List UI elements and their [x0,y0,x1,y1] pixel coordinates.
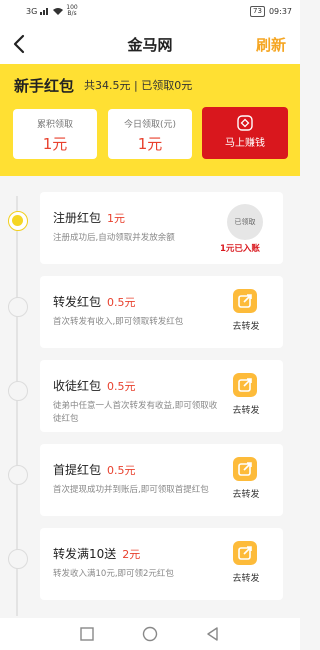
banner-summary: 共34.5元 | 已领取0元 [84,79,193,92]
timeline-dot [8,297,28,317]
share-icon[interactable] [233,541,257,565]
today-received-card: 今日领取(元) 1元 [108,109,192,159]
battery-icon: 73 [250,6,265,17]
task-amount: 0.5元 [107,296,136,309]
task-title: 首提红包 0.5元 [53,461,136,478]
share-icon[interactable] [233,289,257,313]
go-share-button[interactable]: 去转发 [227,487,265,500]
network-speed: 100 B/s [66,5,77,17]
timeline-dot [8,465,28,485]
task-title: 转发红包 0.5元 [53,293,136,310]
task-title-text: 注册红包 [53,211,102,225]
stat-label: 累积领取 [36,120,73,130]
task-desc: 首次转发有收入,即可领取转发红包 [53,317,184,327]
banner-title: 新手红包 [14,77,75,95]
task-desc: 注册成功后,自动领取并发放余额 [53,233,175,243]
timeline-dot [8,381,28,401]
task-amount: 0.5元 [107,380,136,393]
task-card-apprentice: 收徒红包 0.5元 徒弟中任意一人首次转发有收益,即可领取收徒红包 去转发 [40,360,283,432]
wifi-icon [53,8,64,15]
task-title-text: 收徒红包 [53,379,102,393]
task-desc: 转发收入满10元,即可领2元红包 [53,569,174,579]
task-title: 收徒红包 0.5元 [53,377,136,394]
circle-icon[interactable] [142,626,158,642]
task-title: 转发满10送 2元 [53,545,140,562]
task-desc: 徒弟中任意一人首次转发有收益,即可领取收徒红包 [53,401,218,424]
credited-status: 1元已入账 [220,244,260,254]
task-card-share-10: 转发满10送 2元 转发收入满10元,即可领2元红包 去转发 [40,528,283,600]
task-card-first-withdraw: 首提红包 0.5元 首次提现成功并到账后,即可领取首提红包 去转发 [40,444,283,516]
diamond-icon [237,115,253,131]
task-card-register: 注册红包 1元 注册成功后,自动领取并发放余额 已领取 1元已入账 [40,192,283,264]
task-amount: 2元 [122,548,141,561]
refresh-button[interactable]: 刷新 [256,34,286,55]
go-share-button[interactable]: 去转发 [227,571,265,584]
status-bar: 3G 100 B/s 73 09:37 [0,0,300,24]
total-received-card: 累积领取 1元 [13,109,97,159]
earn-now-label: 马上赚钱 [225,138,265,149]
newbie-banner: 新手红包 共34.5元 | 已领取0元 累积领取 1元 今日领取(元) 1元 马… [0,64,300,176]
task-title: 注册红包 1元 [53,209,125,226]
square-icon[interactable] [79,626,95,642]
status-right: 73 09:37 [250,6,292,17]
stat-value: 1元 [42,135,68,153]
share-icon[interactable] [233,373,257,397]
triangle-icon[interactable] [205,626,221,642]
stat-value: 1元 [137,135,163,153]
task-title-text: 转发满10送 [53,547,117,561]
claimed-badge: 已领取 [227,204,263,240]
task-card-share: 转发红包 0.5元 首次转发有收入,即可领取转发红包 去转发 [40,276,283,348]
signal-label: 3G [26,6,38,16]
task-amount: 1元 [107,212,126,225]
network-speed-unit: B/s [67,10,77,17]
task-amount: 0.5元 [107,464,136,477]
earn-now-button[interactable]: 马上赚钱 [202,107,288,159]
system-nav-bar [0,618,300,650]
go-share-button[interactable]: 去转发 [227,319,265,332]
share-icon[interactable] [233,457,257,481]
signal-icon [40,8,49,15]
task-desc: 首次提现成功并到账后,即可领取首提红包 [53,485,209,495]
stat-label: 今日领取(元) [123,120,177,130]
app-header: 金马网 刷新 [0,24,300,64]
task-title-text: 转发红包 [53,295,102,309]
clock: 09:37 [268,7,292,16]
task-title-text: 首提红包 [53,463,102,477]
timeline-dot [8,549,28,569]
go-share-button[interactable]: 去转发 [227,403,265,416]
timeline-dot-active [8,211,28,231]
status-left: 3G 100 B/s [26,5,78,17]
